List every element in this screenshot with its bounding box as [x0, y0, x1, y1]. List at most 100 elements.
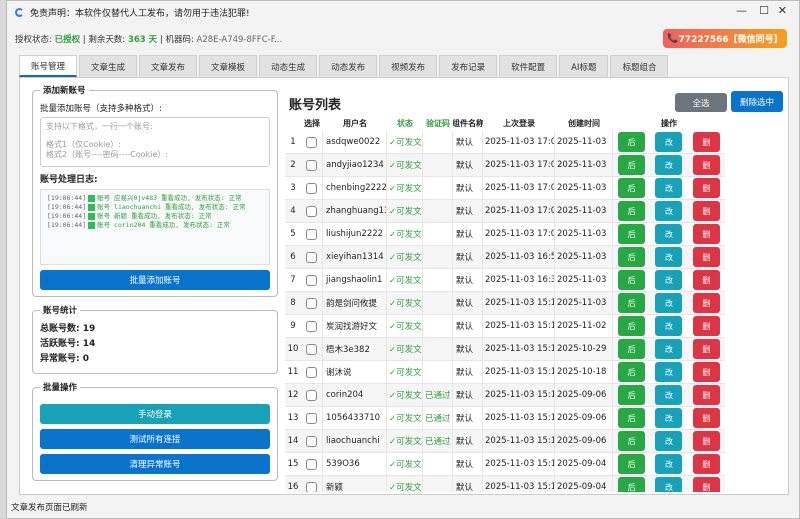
login-button[interactable]: 后: [618, 385, 645, 405]
row-checkbox[interactable]: [306, 275, 317, 286]
edit-button[interactable]: 改: [655, 178, 682, 198]
edit-button[interactable]: 改: [655, 201, 682, 221]
edit-button[interactable]: 改: [655, 339, 682, 359]
tab-1[interactable]: 文章生成: [79, 55, 137, 77]
login-button[interactable]: 后: [618, 293, 645, 313]
row-checkbox[interactable]: [306, 413, 317, 424]
edit-button[interactable]: 改: [655, 293, 682, 313]
tab-4[interactable]: 动态生成: [259, 55, 317, 77]
row-checkbox[interactable]: [306, 321, 317, 332]
tab-9[interactable]: AI标题: [559, 55, 608, 77]
status-bar: 文章发布页面已刷新: [11, 501, 88, 513]
edit-button[interactable]: 改: [655, 454, 682, 474]
delete-button[interactable]: 删: [693, 247, 720, 267]
contact-button[interactable]: 📞77227566【微信同号】: [663, 29, 787, 48]
delete-button[interactable]: 删: [693, 316, 720, 336]
machine-code: A28E-A749-8FFC-F...: [197, 35, 283, 45]
login-button[interactable]: 后: [618, 454, 645, 474]
login-button[interactable]: 后: [618, 477, 645, 492]
login-button[interactable]: 后: [618, 408, 645, 428]
row-checkbox[interactable]: [306, 137, 317, 148]
select-cell: [301, 384, 323, 406]
group-cell: 默认: [453, 384, 483, 406]
username-cell: chenbing22222: [323, 177, 387, 199]
login-button[interactable]: 后: [618, 316, 645, 336]
delete-button[interactable]: 删: [693, 454, 720, 474]
group-cell: 默认: [453, 154, 483, 176]
row-checkbox[interactable]: [306, 344, 317, 355]
login-button[interactable]: 后: [618, 178, 645, 198]
login-button[interactable]: 后: [618, 155, 645, 175]
tab-0[interactable]: 账号管理: [19, 55, 77, 77]
app-logo-icon: [15, 8, 24, 17]
edit-button[interactable]: 改: [655, 477, 682, 492]
processing-log[interactable]: [19:06:44]账号 应易兴0jv483 重看成功, 发布状态: 正常[19…: [40, 189, 270, 265]
edit-button[interactable]: 改: [655, 316, 682, 336]
delete-button[interactable]: 删: [693, 270, 720, 290]
login-button[interactable]: 后: [618, 431, 645, 451]
delete-button[interactable]: 删: [693, 477, 720, 492]
tab-7[interactable]: 发布记录: [439, 55, 497, 77]
edit-button[interactable]: 改: [655, 132, 682, 152]
edit-button[interactable]: 改: [655, 270, 682, 290]
login-button[interactable]: 后: [618, 132, 645, 152]
delete-button[interactable]: 删: [693, 201, 720, 221]
row-checkbox[interactable]: [306, 298, 317, 309]
row-checkbox[interactable]: [306, 390, 317, 401]
row-checkbox[interactable]: [306, 367, 317, 378]
delete-button[interactable]: 删: [693, 431, 720, 451]
edit-button[interactable]: 改: [655, 247, 682, 267]
delete-button[interactable]: 删: [693, 155, 720, 175]
edit-button[interactable]: 改: [655, 385, 682, 405]
delete-button[interactable]: 删: [693, 408, 720, 428]
row-checkbox[interactable]: [306, 183, 317, 194]
header-3: 验证码: [423, 116, 453, 130]
delete-button[interactable]: 删: [693, 293, 720, 313]
row-checkbox[interactable]: [306, 160, 317, 171]
select-all-button[interactable]: 全选: [675, 93, 727, 112]
test-all-button[interactable]: 测试所有连接: [40, 429, 270, 449]
account-management-panel: 添加新账号 批量添加账号（支持多种格式）: 支持以下格式，一行一个账号: 格式1…: [19, 77, 789, 495]
row-checkbox[interactable]: [306, 482, 317, 493]
tab-5[interactable]: 动态发布: [319, 55, 377, 77]
clean-abnormal-button[interactable]: 清理异常账号: [40, 454, 270, 474]
batch-add-button[interactable]: 批量添加账号: [40, 270, 270, 290]
tab-6[interactable]: 视频发布: [379, 55, 437, 77]
tab-2[interactable]: 文章发布: [139, 55, 197, 77]
row-checkbox[interactable]: [306, 459, 317, 470]
row-checkbox[interactable]: [306, 229, 317, 240]
edit-button[interactable]: 改: [655, 431, 682, 451]
row-checkbox[interactable]: [306, 206, 317, 217]
license-bar: 授权状态: 已授权 | 剩余天数: 363 天 | 机器码: A28E-A749…: [15, 33, 282, 45]
close-icon[interactable]: ✕: [778, 4, 787, 17]
delete-button[interactable]: 删: [693, 362, 720, 382]
tab-10[interactable]: 标题组合: [610, 55, 668, 77]
delete-button[interactable]: 删: [693, 339, 720, 359]
delete-selected-button[interactable]: 删除选中: [731, 91, 783, 112]
edit-button[interactable]: 改: [655, 155, 682, 175]
actions-cell: 后改删: [613, 246, 725, 268]
row-checkbox[interactable]: [306, 252, 317, 263]
login-button[interactable]: 后: [618, 339, 645, 359]
tab-8[interactable]: 软件配置: [499, 55, 557, 77]
delete-button[interactable]: 删: [693, 132, 720, 152]
login-button[interactable]: 后: [618, 362, 645, 382]
login-button[interactable]: 后: [618, 224, 645, 244]
actions-cell: 后改删: [613, 177, 725, 199]
delete-button[interactable]: 删: [693, 178, 720, 198]
delete-button[interactable]: 删: [693, 224, 720, 244]
minimize-icon[interactable]: —: [736, 4, 747, 17]
login-button[interactable]: 后: [618, 270, 645, 290]
row-checkbox[interactable]: [306, 436, 317, 447]
manual-login-button[interactable]: 手动登录: [40, 404, 270, 424]
edit-button[interactable]: 改: [655, 224, 682, 244]
accounts-textarea[interactable]: 支持以下格式，一行一个账号: 格式1（仅Cookie）: 格式2（账号----密…: [40, 117, 270, 167]
login-button[interactable]: 后: [618, 247, 645, 267]
edit-button[interactable]: 改: [655, 362, 682, 382]
delete-button[interactable]: 删: [693, 385, 720, 405]
login-button[interactable]: 后: [618, 201, 645, 221]
edit-button[interactable]: 改: [655, 408, 682, 428]
maximize-icon[interactable]: ☐: [759, 4, 769, 17]
tab-3[interactable]: 文章模板: [199, 55, 257, 77]
last-login-cell: 2025-11-03 15:13: [483, 453, 555, 475]
